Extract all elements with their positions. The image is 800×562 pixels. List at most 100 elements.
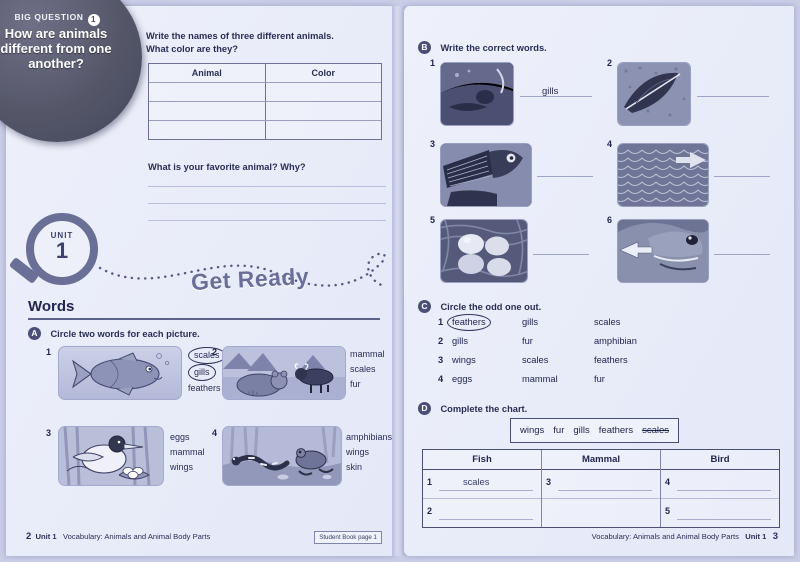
item-number: 3 [46,428,52,438]
odd-one-out-word[interactable]: fur [594,374,605,384]
words-heading-rule [28,318,380,320]
fish-scales-photo [617,143,709,207]
chart-answer-line[interactable] [439,490,533,491]
option-word[interactable]: wings [346,447,369,457]
answer-line[interactable] [714,176,770,177]
table-cell-animal[interactable] [149,121,266,139]
complete-the-chart-table[interactable]: Fish 1 scales 2 Mammal 3 Bird 4 5 [422,449,780,528]
chart-cell[interactable]: 4 [661,470,779,499]
words-heading: Words [28,298,75,315]
option-word-circled[interactable]: scales [188,347,226,364]
chart-header-row: Fish 1 scales 2 Mammal 3 Bird 4 5 [423,450,779,527]
salamander-and-frog-illustration [222,426,342,486]
favorite-answer-line[interactable] [148,186,386,187]
odd-one-out-word[interactable]: wings [452,355,476,365]
big-question-number: 1 [87,14,100,26]
answer-line[interactable] [714,254,770,255]
odd-one-out-word[interactable]: gills [522,317,538,327]
table-cell-animal[interactable] [149,83,266,101]
chart-cell[interactable]: 5 [661,499,779,527]
chart-entry-number: 5 [665,506,671,516]
odd-one-out-word[interactable]: feathers [594,355,628,365]
opener-prompt-line-2: What color are they? [146,44,238,54]
option-word[interactable]: scales [350,364,376,374]
table-cell-color[interactable] [266,121,382,139]
chart-entry-number: 3 [546,477,552,487]
answer-line[interactable] [537,176,593,177]
exercise-a-item-2-options[interactable]: mammal scales fur [350,347,385,392]
workbook-spread: BIG QUESTION 1 How are animals different … [0,0,800,562]
odd-one-out-word[interactable]: fur [522,336,533,346]
word-bank-item[interactable]: fur [553,425,564,436]
item-number: 2 [607,58,613,68]
footer-topic-label: Vocabulary: Animals and Animal Body Part… [62,532,211,541]
item-number: 6 [607,215,613,225]
chart-entry-number: 1 [427,477,433,487]
chart-cell[interactable]: 2 [423,499,541,527]
bird-with-nest-illustration [58,426,164,486]
option-word-circled[interactable]: gills [188,364,216,381]
chart-column-fish: Fish 1 scales 2 [423,450,542,527]
word-bank-item[interactable]: wings [520,425,544,436]
word-bank-item[interactable]: feathers [599,425,633,436]
odd-one-out-word[interactable]: scales [522,355,548,365]
exercise-a-item-1-options[interactable]: scales gills feathers [188,347,226,396]
table-cell-animal[interactable] [149,102,266,120]
item-number: 4 [607,139,613,149]
word-bank-item[interactable]: gills [573,425,589,436]
chart-cell[interactable]: 1 scales [423,470,541,499]
big-question-label-text: BIG QUESTION [14,12,84,22]
chart-cell[interactable] [542,499,660,527]
chart-answer-line[interactable] [677,490,771,491]
odd-one-out-word[interactable]: amphibian [594,336,637,346]
option-word[interactable]: feathers [188,383,221,393]
chart-answer-word[interactable]: scales [463,477,489,487]
odd-one-out-word[interactable]: eggs [452,374,472,384]
answer-word[interactable]: gills [542,86,558,97]
option-word[interactable]: skin [346,462,362,472]
word-bank-item-used[interactable]: scales [642,425,669,436]
exercise-d-badge: D [418,402,431,415]
chart-answer-line[interactable] [439,519,533,520]
bear-and-bison-illustration [222,346,346,400]
table-cell-color[interactable] [266,83,382,101]
word-bank[interactable]: wings fur gills feathers scales [510,418,680,443]
favorite-answer-line[interactable] [148,220,386,221]
item-number: 3 [430,139,436,149]
option-word[interactable]: mammal [350,349,385,359]
chart-column-bird: Bird 4 5 [661,450,779,527]
table-row[interactable] [149,102,381,121]
chart-answer-line[interactable] [558,490,652,491]
chart-cell[interactable]: 3 [542,470,660,499]
favorite-answer-line[interactable] [148,203,386,204]
exercise-b-instruction: Write the correct words. [440,43,547,53]
row-number: 2 [438,336,444,346]
odd-one-out-word[interactable]: mammal [522,374,558,384]
footer-unit-label: Unit 1 [745,532,767,541]
answer-line[interactable] [533,254,589,255]
option-word[interactable]: amphibians [346,432,392,442]
row-number: 4 [438,374,444,384]
option-word[interactable]: fur [350,379,361,389]
option-word[interactable]: mammal [170,447,205,457]
animal-color-table[interactable]: Animal Color [148,63,382,140]
left-page: BIG QUESTION 1 How are animals different … [0,0,396,556]
option-word[interactable]: wings [170,462,193,472]
odd-one-out-word[interactable]: scales [594,317,620,327]
table-cell-color[interactable] [266,102,382,120]
exercise-a-item-3-options[interactable]: eggs mammal wings [170,430,205,475]
left-page-footer: 2 Unit 1 Vocabulary: Animals and Animal … [26,531,210,542]
chart-column-mammal: Mammal 3 [542,450,661,527]
answer-line[interactable] [697,96,769,97]
chart-answer-line[interactable] [677,519,771,520]
odd-one-out-word[interactable]: feathers [452,317,486,327]
exercise-a-item-4-options[interactable]: amphibians wings skin [346,430,392,475]
item-number: 2 [212,347,218,357]
footer-unit-label: Unit 1 [35,532,57,541]
table-row[interactable] [149,121,381,139]
odd-one-out-word[interactable]: gills [452,336,468,346]
table-header-color: Color [311,68,336,78]
option-word[interactable]: eggs [170,432,190,442]
big-question-text: How are animals different from one anoth… [0,26,112,71]
table-row[interactable] [149,83,381,102]
